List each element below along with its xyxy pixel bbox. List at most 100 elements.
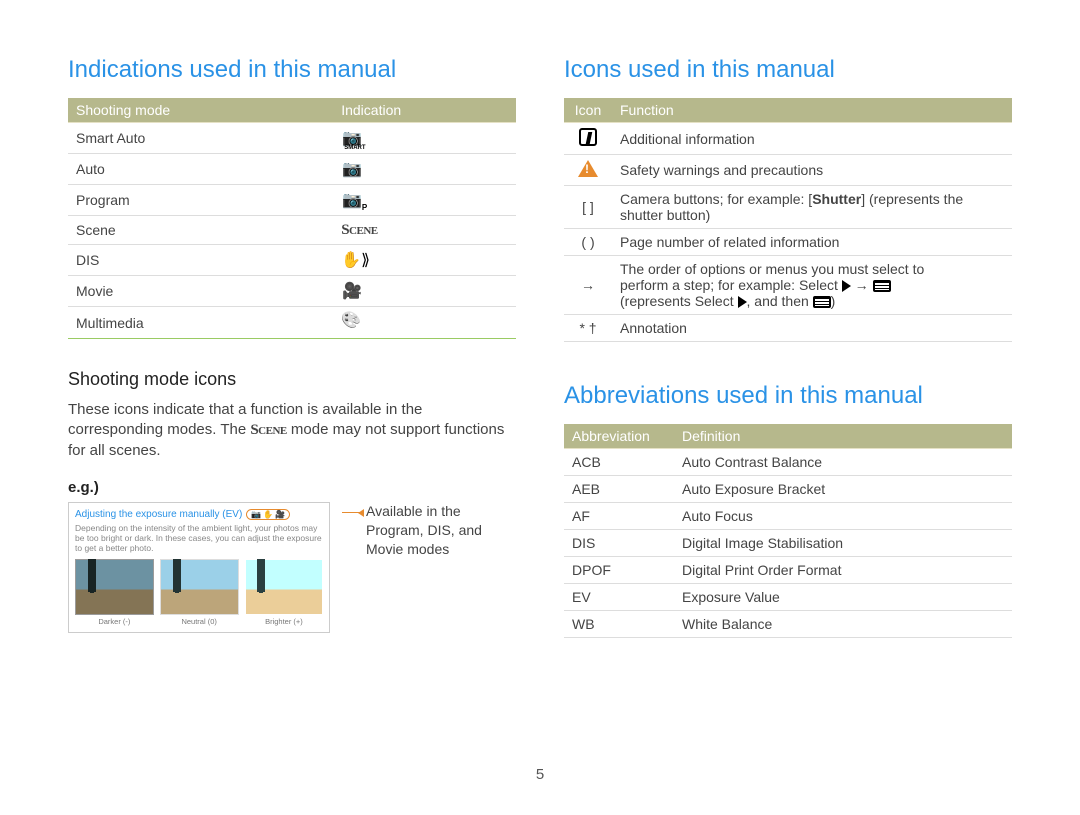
icon-cell: 🎥 — [333, 276, 516, 307]
abbr-cell: AF — [564, 503, 674, 530]
screenshot-title-row: Adjusting the exposure manually (EV) 📷 ✋… — [75, 509, 323, 520]
func-cell: The order of options or menus you must s… — [612, 256, 1012, 315]
mode-cell: DIS — [68, 245, 333, 276]
right-column: Icons used in this manual Icon Function … — [564, 56, 1012, 754]
def-cell: Exposure Value — [674, 584, 1012, 611]
abbr-table: Abbreviation Definition ACBAuto Contrast… — [564, 424, 1012, 638]
abbr-cell: AEB — [564, 476, 674, 503]
chevron-right-icon — [738, 296, 747, 308]
th-function: Function — [612, 98, 1012, 123]
table-row: WBWhite Balance — [564, 611, 1012, 638]
multimedia-icon — [341, 312, 361, 330]
program-mini-icon: 📷 — [251, 510, 261, 519]
mode-cell: Scene — [68, 216, 333, 245]
def-cell: White Balance — [674, 611, 1012, 638]
example-screenshot: Adjusting the exposure manually (EV) 📷 ✋… — [68, 502, 330, 634]
mode-badge: 📷 ✋ 🎥 — [246, 509, 290, 520]
table-row: Scene Scene — [68, 216, 516, 245]
table-row: Additional information — [564, 123, 1012, 155]
table-row: Multimedia — [68, 307, 516, 339]
icon-cell — [333, 307, 516, 339]
icons-heading: Icons used in this manual — [564, 56, 1012, 84]
icons-table: Icon Function Additional information Saf… — [564, 98, 1012, 342]
thumb-brighter: Brighter (+) — [245, 559, 324, 626]
mode-cell: Smart Auto — [68, 123, 333, 154]
shutter-bold: Shutter — [812, 191, 861, 207]
table-row: Safety warnings and precautions — [564, 155, 1012, 186]
thumb-darker: Darker (-) — [75, 559, 154, 626]
example-caption: Available in the Program, DIS, and Movie… — [366, 502, 516, 559]
func-cell: Additional information — [612, 123, 1012, 155]
icon-cell: 📷 — [333, 154, 516, 185]
callout: Available in the Program, DIS, and Movie… — [342, 502, 516, 559]
table-row: ( ) Page number of related information — [564, 229, 1012, 256]
icon-cell: 📷P — [333, 185, 516, 216]
program-icon: 📷P — [341, 190, 363, 210]
func-cell: Annotation — [612, 315, 1012, 342]
icon-cell: Scene — [333, 216, 516, 245]
screenshot-title: Adjusting the exposure manually (EV) — [75, 509, 242, 520]
callout-arrow-icon — [342, 512, 360, 513]
shooting-mode-table: Shooting mode Indication Smart Auto 📷SMA… — [68, 98, 516, 339]
screenshot-body: Depending on the intensity of the ambien… — [75, 523, 323, 554]
def-cell: Digital Image Stabilisation — [674, 530, 1012, 557]
eg-label: e.g.) — [68, 479, 516, 496]
table-row: Movie 🎥 — [68, 276, 516, 307]
abbr-cell: ACB — [564, 449, 674, 476]
dis-icon: ✋⟫ — [341, 250, 363, 270]
movie-mini-icon: 🎥 — [275, 510, 285, 519]
bracket-icon: [ ] — [564, 186, 612, 229]
def-cell: Auto Focus — [674, 503, 1012, 530]
page-number: 5 — [68, 766, 1012, 783]
th-def: Definition — [674, 424, 1012, 449]
chevron-right-icon — [842, 280, 851, 292]
def-cell: Digital Print Order Format — [674, 557, 1012, 584]
abbr-cell: DPOF — [564, 557, 674, 584]
table-row: DPOFDigital Print Order Format — [564, 557, 1012, 584]
table-row: EVExposure Value — [564, 584, 1012, 611]
left-column: Indications used in this manual Shooting… — [68, 56, 516, 754]
table-row: Program 📷P — [68, 185, 516, 216]
mode-cell: Multimedia — [68, 307, 333, 339]
thumb-neutral: Neutral (0) — [160, 559, 239, 626]
auto-icon: 📷 — [341, 159, 363, 179]
th-indication: Indication — [333, 98, 516, 123]
func-cell: Page number of related information — [612, 229, 1012, 256]
table-row: AEBAuto Exposure Bracket — [564, 476, 1012, 503]
table-row: ACBAuto Contrast Balance — [564, 449, 1012, 476]
def-cell: Auto Exposure Bracket — [674, 476, 1012, 503]
th-abbr: Abbreviation — [564, 424, 674, 449]
warning-icon — [578, 160, 598, 177]
info-icon — [579, 128, 597, 146]
indications-heading: Indications used in this manual — [68, 56, 516, 84]
table-row: Auto 📷 — [68, 154, 516, 185]
movie-icon: 🎥 — [341, 281, 363, 301]
mode-cell: Auto — [68, 154, 333, 185]
paren-icon: ( ) — [564, 229, 612, 256]
dis-mini-icon: ✋ — [263, 510, 273, 519]
smart-auto-icon: 📷SMART — [341, 128, 363, 148]
table-row: → The order of options or menus you must… — [564, 256, 1012, 315]
scene-icon: Scene — [341, 222, 377, 238]
func-cell: Camera buttons; for example: [Shutter] (… — [612, 186, 1012, 229]
abbr-cell: WB — [564, 611, 674, 638]
func-cell: Safety warnings and precautions — [612, 155, 1012, 186]
abbr-cell: DIS — [564, 530, 674, 557]
screen-icon — [873, 280, 891, 292]
abbr-cell: EV — [564, 584, 674, 611]
scene-word-inline: Scene — [250, 422, 286, 438]
thumbnail-row: Darker (-) Neutral (0) Brighter (+) — [75, 559, 323, 626]
example-box: Adjusting the exposure manually (EV) 📷 ✋… — [68, 502, 516, 634]
table-row: * † Annotation — [564, 315, 1012, 342]
icon-cell: ✋⟫ — [333, 245, 516, 276]
table-row: [ ] Camera buttons; for example: [Shutte… — [564, 186, 1012, 229]
table-row: Smart Auto 📷SMART — [68, 123, 516, 154]
mode-cell: Movie — [68, 276, 333, 307]
th-icon: Icon — [564, 98, 612, 123]
mode-cell: Program — [68, 185, 333, 216]
abbr-heading: Abbreviations used in this manual — [564, 382, 1012, 410]
icon-cell: 📷SMART — [333, 123, 516, 154]
shooting-mode-paragraph: These icons indicate that a function is … — [68, 400, 516, 461]
arrow-icon: → — [564, 256, 612, 315]
table-row: DIS ✋⟫ — [68, 245, 516, 276]
